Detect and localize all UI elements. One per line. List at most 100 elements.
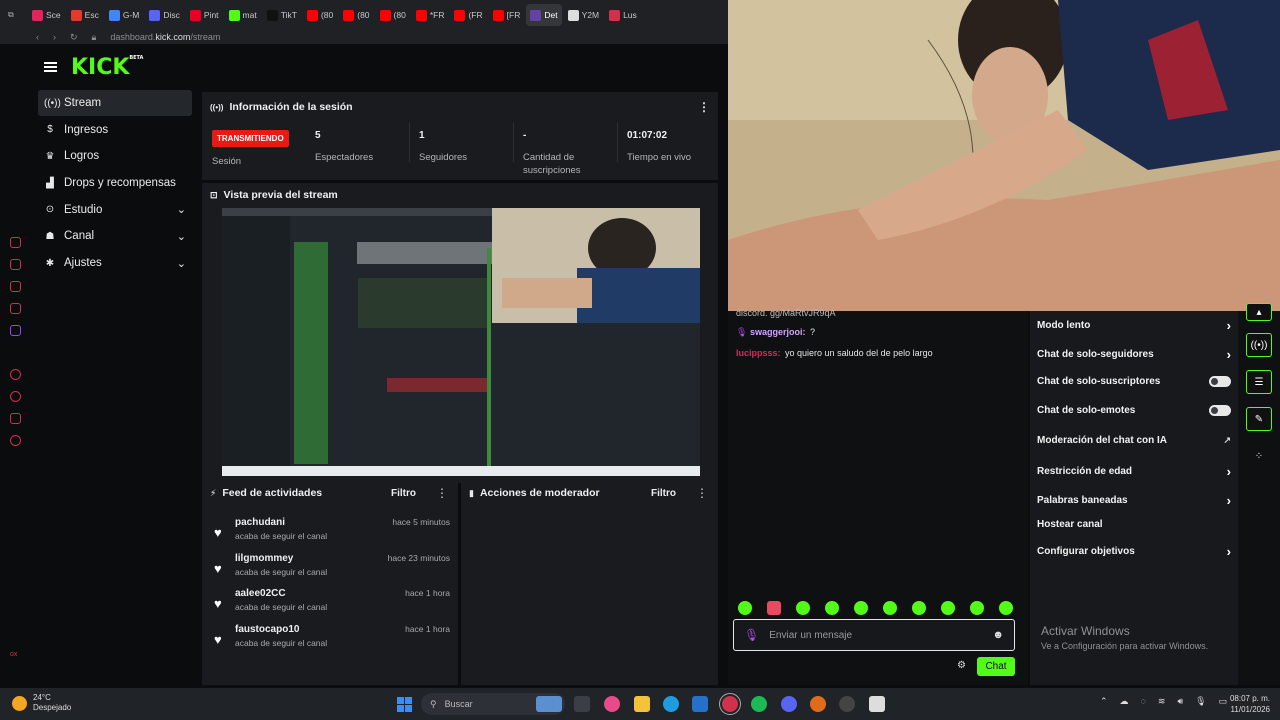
settings-icon[interactable] xyxy=(10,435,21,446)
activity-user[interactable]: aalee02CC xyxy=(235,588,286,599)
browser-tab[interactable]: Disc xyxy=(145,4,184,26)
browser-tab[interactable]: Y2M xyxy=(564,4,603,26)
volume-icon[interactable]: 🔊︎ xyxy=(1177,696,1183,707)
browser-tab[interactable]: Esc xyxy=(67,4,103,26)
sidebar-app-icon[interactable] xyxy=(10,303,21,314)
browser-tab[interactable]: (80 xyxy=(376,4,410,26)
browser-tab[interactable]: (80 xyxy=(339,4,373,26)
browser-tab[interactable]: Lus xyxy=(605,4,641,26)
chat-username[interactable]: swaggerjooi: xyxy=(750,327,806,337)
app-icon[interactable] xyxy=(810,696,826,712)
sidebar-item-estudio[interactable]: ⊙ Estudio ⌄ xyxy=(38,197,192,223)
discord-icon[interactable] xyxy=(781,696,797,712)
sidebar-item-logros[interactable]: ♛ Logros xyxy=(38,143,192,169)
mic-tray-icon[interactable]: 🎙︎ xyxy=(1195,696,1206,707)
emoji-icon[interactable]: ☻ xyxy=(992,629,1004,641)
browser-tab[interactable]: mat xyxy=(225,4,261,26)
more-options-icon[interactable]: ⋮ xyxy=(436,486,448,500)
sidebar-item-canal[interactable]: ☗ Canal ⌄ xyxy=(38,223,192,249)
tray-icon[interactable]: ◌ xyxy=(1141,696,1146,707)
mod-setting-hostear-canal[interactable]: Hostear canal xyxy=(1037,519,1231,530)
filter-button[interactable]: Filtro xyxy=(651,488,676,499)
more-options-icon[interactable]: ⋮ xyxy=(698,100,710,114)
broadcast-tool-icon[interactable]: ((•)) xyxy=(1246,333,1272,357)
chat-username[interactable]: lucippsss: xyxy=(736,348,781,358)
edge-icon[interactable] xyxy=(663,696,679,712)
sidebar-app-icon[interactable] xyxy=(10,413,21,424)
file-explorer-icon[interactable] xyxy=(634,696,650,712)
emote-icon[interactable] xyxy=(825,601,839,615)
twitch-icon[interactable] xyxy=(10,325,21,336)
toggle-switch[interactable] xyxy=(1209,405,1231,416)
chat-settings-icon[interactable]: ⚙︎ xyxy=(957,660,966,671)
mod-setting-moderaci-n-del-chat-con-ia[interactable]: Moderación del chat con IA ↗ xyxy=(1037,435,1231,446)
browser-tab[interactable]: TikT xyxy=(263,4,301,26)
sidebar-app-icon[interactable] xyxy=(10,391,21,402)
obs-icon[interactable] xyxy=(869,696,885,712)
activity-user[interactable]: pachudani xyxy=(235,517,285,528)
store-icon[interactable] xyxy=(692,696,708,712)
sidebar-app-icon[interactable] xyxy=(10,369,21,380)
url-field[interactable]: dashboard.kick.com/stream xyxy=(110,32,220,42)
sidebar-app-icon[interactable] xyxy=(10,281,21,292)
browser-tab[interactable]: Det xyxy=(526,4,562,26)
layout-tool-icon[interactable]: ☰ xyxy=(1246,370,1272,394)
sidebar-item-ingresos[interactable]: $ Ingresos xyxy=(38,117,192,143)
mod-setting-chat-de-solo-suscriptores[interactable]: Chat de solo-suscriptores xyxy=(1037,376,1231,387)
emote-icon[interactable] xyxy=(767,601,781,615)
toggle-switch[interactable] xyxy=(1209,376,1231,387)
wrench-icon[interactable]: ✎ xyxy=(1246,407,1272,431)
browser-tab[interactable]: G-M xyxy=(105,4,144,26)
emote-icon[interactable] xyxy=(883,601,897,615)
emote-icon[interactable] xyxy=(854,601,868,615)
chat-send-button[interactable]: Chat xyxy=(977,657,1015,676)
browser-tab[interactable]: (FR xyxy=(450,4,486,26)
browser-tab[interactable]: (80 xyxy=(303,4,337,26)
back-icon[interactable]: ‹ xyxy=(36,32,39,42)
mod-setting-chat-de-solo-emotes[interactable]: Chat de solo-emotes xyxy=(1037,405,1231,416)
emote-icon[interactable] xyxy=(999,601,1013,615)
mic-icon[interactable]: 🎙︎ xyxy=(744,628,759,642)
activity-user[interactable]: faustocapo10 xyxy=(235,624,299,635)
emote-icon[interactable] xyxy=(738,601,752,615)
opera-icon[interactable] xyxy=(719,693,741,715)
sidebar-item-drops[interactable]: ▟ Drops y recompensas xyxy=(38,170,192,196)
reload-icon[interactable]: ↻ xyxy=(70,32,78,43)
search-highlight-icon[interactable] xyxy=(536,696,562,712)
mod-setting-modo-lento[interactable]: Modo lento › xyxy=(1037,318,1231,333)
browser-tab[interactable]: [FR xyxy=(489,4,525,26)
mod-setting-chat-de-solo-seguidores[interactable]: Chat de solo-seguidores › xyxy=(1037,347,1231,362)
mod-setting-configurar-objetivos[interactable]: Configurar objetivos › xyxy=(1037,544,1231,559)
filter-button[interactable]: Filtro xyxy=(391,488,416,499)
browser-tab[interactable]: Pint xyxy=(186,4,223,26)
spotify-icon[interactable] xyxy=(751,696,767,712)
sidebar-app-icon[interactable] xyxy=(10,259,21,270)
browser-tab[interactable]: *FR xyxy=(412,4,449,26)
emote-icon[interactable] xyxy=(970,601,984,615)
weather-widget[interactable]: 24°C Despejado xyxy=(12,693,71,713)
chevron-down-icon[interactable]: ⌄ xyxy=(177,230,186,243)
more-icon[interactable]: ox xyxy=(10,651,21,662)
emote-icon[interactable] xyxy=(941,601,955,615)
forward-icon[interactable]: › xyxy=(53,32,56,42)
chat-input-box[interactable]: 🎙︎ ☻ xyxy=(733,619,1015,651)
site-info-icon[interactable]: 🔒︎ xyxy=(92,32,97,43)
sidebar-item-stream[interactable]: ((•)) Stream xyxy=(38,90,192,116)
apps-icon[interactable]: ⁘ xyxy=(1246,444,1272,468)
mod-setting-palabras-baneadas[interactable]: Palabras baneadas › xyxy=(1037,493,1231,508)
app-icon[interactable] xyxy=(839,696,855,712)
emote-icon[interactable] xyxy=(796,601,810,615)
chevron-down-icon[interactable]: ⌄ xyxy=(177,203,186,216)
task-view-icon[interactable] xyxy=(574,696,590,712)
tray-icon[interactable]: ☁︎ xyxy=(1120,696,1129,707)
browser-tab[interactable]: Sce xyxy=(28,4,65,26)
menu-icon[interactable] xyxy=(44,62,57,72)
chat-input[interactable] xyxy=(769,629,983,641)
sidebar-app-icon[interactable] xyxy=(10,237,21,248)
kick-logo[interactable]: KICK BETA xyxy=(71,55,143,80)
windows-start-icon[interactable] xyxy=(397,697,412,712)
sidebar-item-ajustes[interactable]: ✱ Ajustes ⌄ xyxy=(38,250,192,276)
tool-button[interactable]: ▴ xyxy=(1246,303,1272,321)
more-options-icon[interactable]: ⋮ xyxy=(696,486,708,500)
chevron-down-icon[interactable]: ⌄ xyxy=(177,257,186,270)
